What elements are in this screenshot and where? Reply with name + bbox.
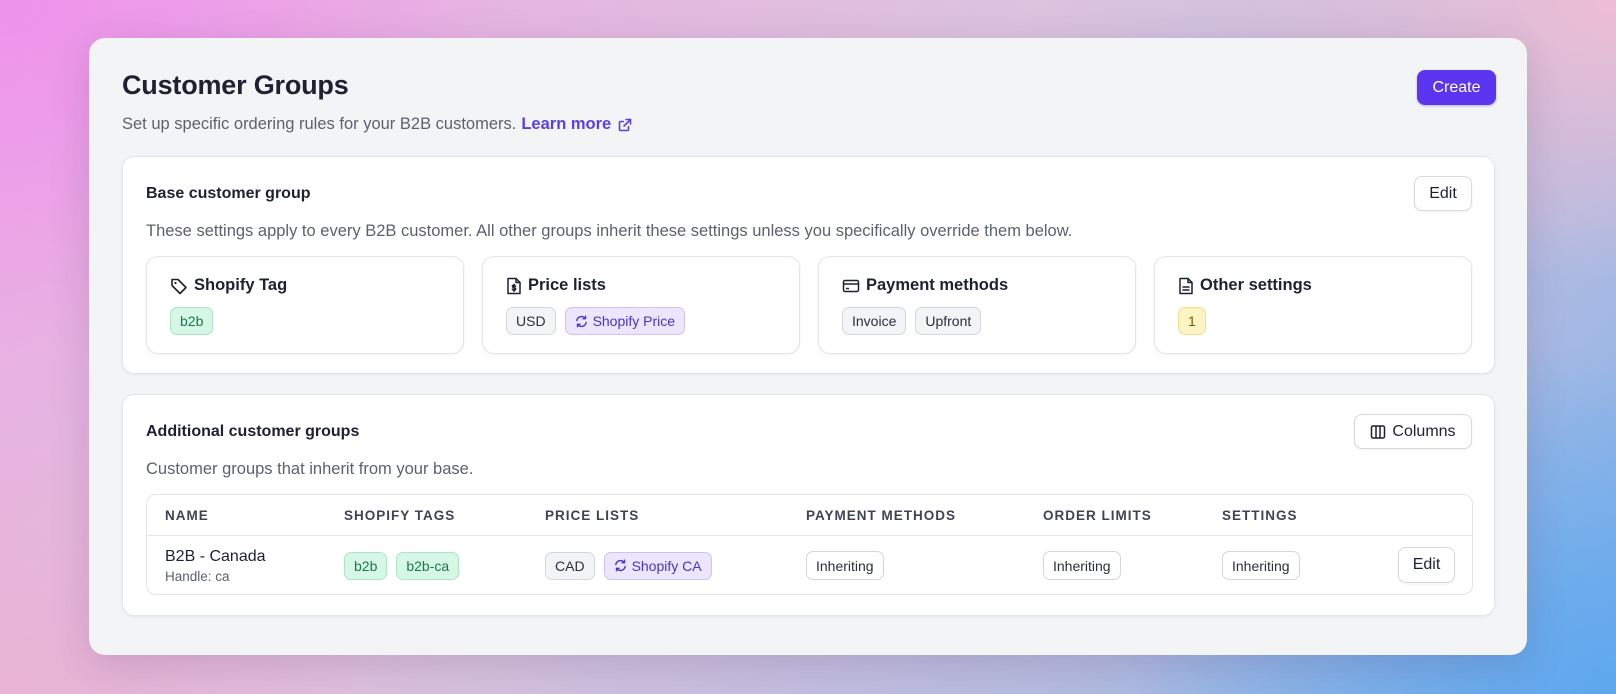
edit-group-button[interactable]: Edit [1398,547,1455,583]
columns-icon [1370,424,1386,440]
edit-base-group-button[interactable]: Edit [1414,176,1472,211]
document-icon [1178,277,1194,295]
payment-badge-upfront: Upfront [915,307,982,335]
shopify-tags-cell: b2b b2b-ca [344,536,460,595]
tag-icon [170,277,188,295]
learn-more-link[interactable]: Learn more [521,115,633,134]
sync-icon [575,315,588,328]
learn-more-label: Learn more [521,115,612,133]
column-header-settings[interactable]: SETTINGS [1222,508,1298,523]
additional-groups-description: Customer groups that inherit from your b… [146,460,474,478]
group-handle: Handle: ca [165,568,230,584]
additional-groups-title: Additional customer groups [146,423,360,440]
subtitle-text: Set up specific ordering rules for your … [122,115,517,133]
tag-badge: b2b-ca [396,551,460,580]
order-limits-cell: Inheriting [1043,536,1121,595]
shopify-tag-title: Shopify Tag [194,276,288,294]
tag-badge: b2b [170,307,214,335]
price-lists-title: Price lists [528,276,606,294]
base-group-title: Base customer group [146,185,311,202]
sync-icon [614,559,627,572]
other-settings-count-badge: 1 [1178,307,1206,335]
additional-customer-groups-card: Additional customer groups Columns Custo… [122,394,1495,616]
price-lists-tile: Price lists USD Shopify Price [482,256,800,354]
price-list-badge-shopify: Shopify Price [564,307,686,335]
price-lists-cell: CAD Shopify CA [545,536,712,595]
columns-label: Columns [1392,422,1456,440]
app-window: Customer Groups Set up specific ordering… [89,38,1527,655]
payment-methods-tile: Payment methods Invoice Upfront [818,256,1136,354]
group-name-cell: B2B - Canada Handle: ca [165,536,266,595]
settings-cell: Inheriting [1222,536,1300,595]
payment-badge-invoice: Invoice [842,307,907,335]
table-row[interactable]: B2B - Canada Handle: ca b2b b2b-ca CAD S… [147,536,1472,595]
base-customer-group-card: Base customer group Edit These settings … [122,156,1495,374]
columns-button[interactable]: Columns [1354,414,1472,449]
inheriting-badge: Inheriting [1222,551,1300,580]
payment-methods-cell: Inheriting [806,536,884,595]
price-list-badge-shopify-ca: Shopify CA [603,551,712,580]
tag-badge: b2b [344,551,388,580]
column-header-shopify-tags[interactable]: SHOPIFY TAGS [344,508,455,523]
page-subtitle: Set up specific ordering rules for your … [122,115,633,134]
payment-methods-title: Payment methods [866,276,1009,294]
file-dollar-icon [506,277,522,295]
table-header: NAME SHOPIFY TAGS PRICE LISTS PAYMENT ME… [147,495,1472,536]
column-header-order-limits[interactable]: ORDER LIMITS [1043,508,1152,523]
external-link-icon [617,117,633,133]
base-group-tiles: Shopify Tag b2b Price lists USD Shopify … [146,256,1472,354]
credit-card-icon [842,278,860,294]
customer-groups-table: NAME SHOPIFY TAGS PRICE LISTS PAYMENT ME… [146,494,1473,595]
inheriting-badge: Inheriting [1043,551,1121,580]
column-header-payment-methods[interactable]: PAYMENT METHODS [806,508,956,523]
other-settings-title: Other settings [1200,276,1312,294]
price-list-badge-label: Shopify Price [592,313,676,329]
shopify-tag-tile: Shopify Tag b2b [146,256,464,354]
base-group-description: These settings apply to every B2B custom… [146,222,1073,240]
column-header-price-lists[interactable]: PRICE LISTS [545,508,639,523]
price-list-badge-usd: USD [506,307,556,335]
other-settings-tile: Other settings 1 [1154,256,1472,354]
price-list-badge-cad: CAD [545,551,595,580]
inheriting-badge: Inheriting [806,551,884,580]
page-title: Customer Groups [122,70,349,100]
group-name[interactable]: B2B - Canada [165,548,266,566]
price-list-badge-label: Shopify CA [631,557,702,574]
column-header-name[interactable]: NAME [165,508,209,523]
create-button[interactable]: Create [1417,70,1496,105]
